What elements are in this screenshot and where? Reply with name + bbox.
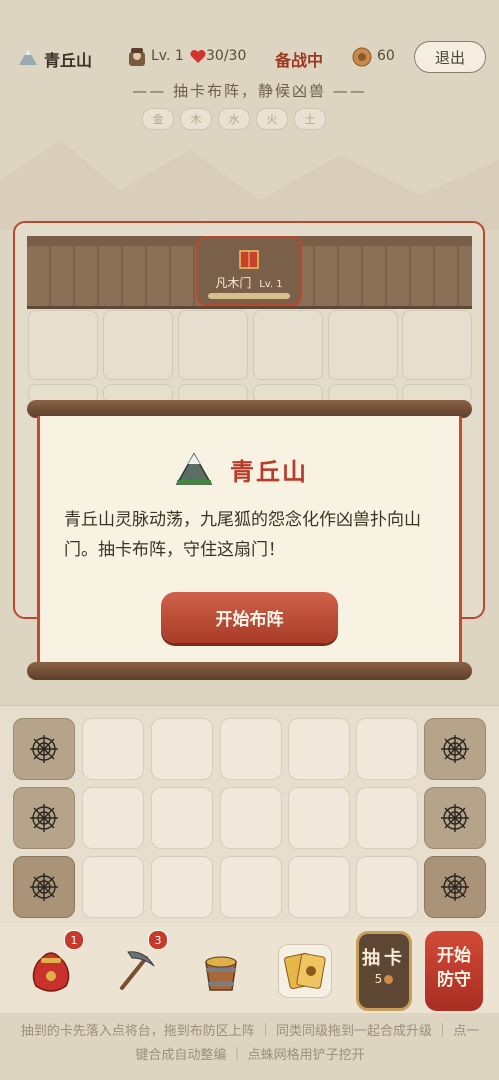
heart-icon: [190, 49, 206, 63]
gate-label: 凡木门 Lv. 1: [196, 274, 302, 291]
cobweb-cell[interactable]: [13, 718, 75, 780]
start-defense-label: 开始防守: [437, 946, 471, 990]
cobweb-icon: [441, 873, 469, 901]
hp-value: 30/30: [206, 48, 247, 64]
lucky-bag-icon: [32, 952, 70, 992]
deploy-cell[interactable]: [328, 310, 398, 380]
deploy-cell[interactable]: [402, 310, 472, 380]
gate-name: 凡木门: [215, 276, 252, 290]
draw-card-label: 抽卡: [362, 948, 406, 969]
dialog-title: 青丘山: [230, 458, 308, 486]
bench-slot[interactable]: [220, 787, 282, 849]
pickaxe-icon: [120, 951, 155, 990]
cobweb-icon: [30, 735, 58, 763]
hint-text: 抽到的卡先落入点将台，拖到布防区上阵 ｜ 同类同级拖到一起合成升级 ｜ 点一键合…: [20, 1024, 480, 1063]
draw-cost-value: 5: [374, 972, 383, 986]
bench-slot[interactable]: [220, 718, 282, 780]
bench-slot[interactable]: [82, 787, 144, 849]
auto-merge-button[interactable]: [278, 944, 332, 998]
coin-count: 60: [377, 48, 395, 64]
scroll-bottom-rod: [27, 662, 472, 680]
wooden-bucket-icon: [205, 956, 237, 991]
bench-slot[interactable]: [82, 856, 144, 918]
cobweb-icon: [441, 735, 469, 763]
cobweb-cell[interactable]: [13, 856, 75, 918]
gate-level: Lv. 1: [259, 279, 283, 290]
cobweb-cell[interactable]: [424, 787, 486, 849]
bench-slot[interactable]: [151, 856, 213, 918]
pickaxe-button[interactable]: [110, 944, 160, 996]
bucket-button[interactable]: [196, 944, 246, 996]
bench-slot[interactable]: [356, 856, 418, 918]
bench-slot[interactable]: [82, 718, 144, 780]
mountain-icon: [175, 452, 213, 485]
gate-icon: [239, 250, 259, 269]
cards-icon: [283, 952, 326, 990]
cobweb-icon: [30, 873, 58, 901]
battle-status: 备战中: [275, 51, 324, 70]
coin-icon: [352, 47, 372, 67]
lucky-bag-button[interactable]: [26, 944, 76, 996]
gate-hp-bar: [208, 293, 290, 299]
bench-slot[interactable]: [356, 718, 418, 780]
coin-icon: [384, 975, 394, 984]
bench-slot[interactable]: [220, 856, 282, 918]
pickaxe-badge: 3: [148, 930, 168, 950]
bench-slot[interactable]: [288, 787, 350, 849]
exit-button[interactable]: 退出: [414, 41, 486, 73]
start-deploy-button[interactable]: 开始布阵: [161, 592, 338, 643]
cobweb-cell[interactable]: [424, 856, 486, 918]
bench-slot[interactable]: [151, 718, 213, 780]
bench-slot[interactable]: [288, 718, 350, 780]
lucky-bag-badge: 1: [64, 930, 84, 950]
subtitle: —— 抽卡布阵，静候凶兽 ——: [132, 82, 367, 100]
background-mountains: [0, 140, 499, 230]
deploy-cell[interactable]: [103, 310, 173, 380]
dialog-body: 青丘山灵脉动荡，九尾狐的怨念化作凶兽扑向山门。抽卡布阵，守住这扇门！: [64, 510, 421, 560]
deploy-cell[interactable]: [28, 310, 98, 380]
location-name: 青丘山: [44, 51, 93, 70]
bench-slot[interactable]: [151, 787, 213, 849]
bench-slot[interactable]: [288, 856, 350, 918]
player-level: Lv. 1: [151, 48, 184, 64]
cobweb-icon: [441, 804, 469, 832]
bench-slot[interactable]: [356, 787, 418, 849]
hero-avatar-icon: [129, 48, 145, 66]
draw-card-button[interactable]: [356, 931, 412, 1011]
cobweb-cell[interactable]: [424, 718, 486, 780]
deploy-cell[interactable]: [178, 310, 248, 380]
cobweb-icon: [30, 804, 58, 832]
mountain-icon: [19, 49, 37, 65]
deploy-cell[interactable]: [253, 310, 323, 380]
draw-cost: 5: [356, 972, 412, 986]
cobweb-cell[interactable]: [13, 787, 75, 849]
